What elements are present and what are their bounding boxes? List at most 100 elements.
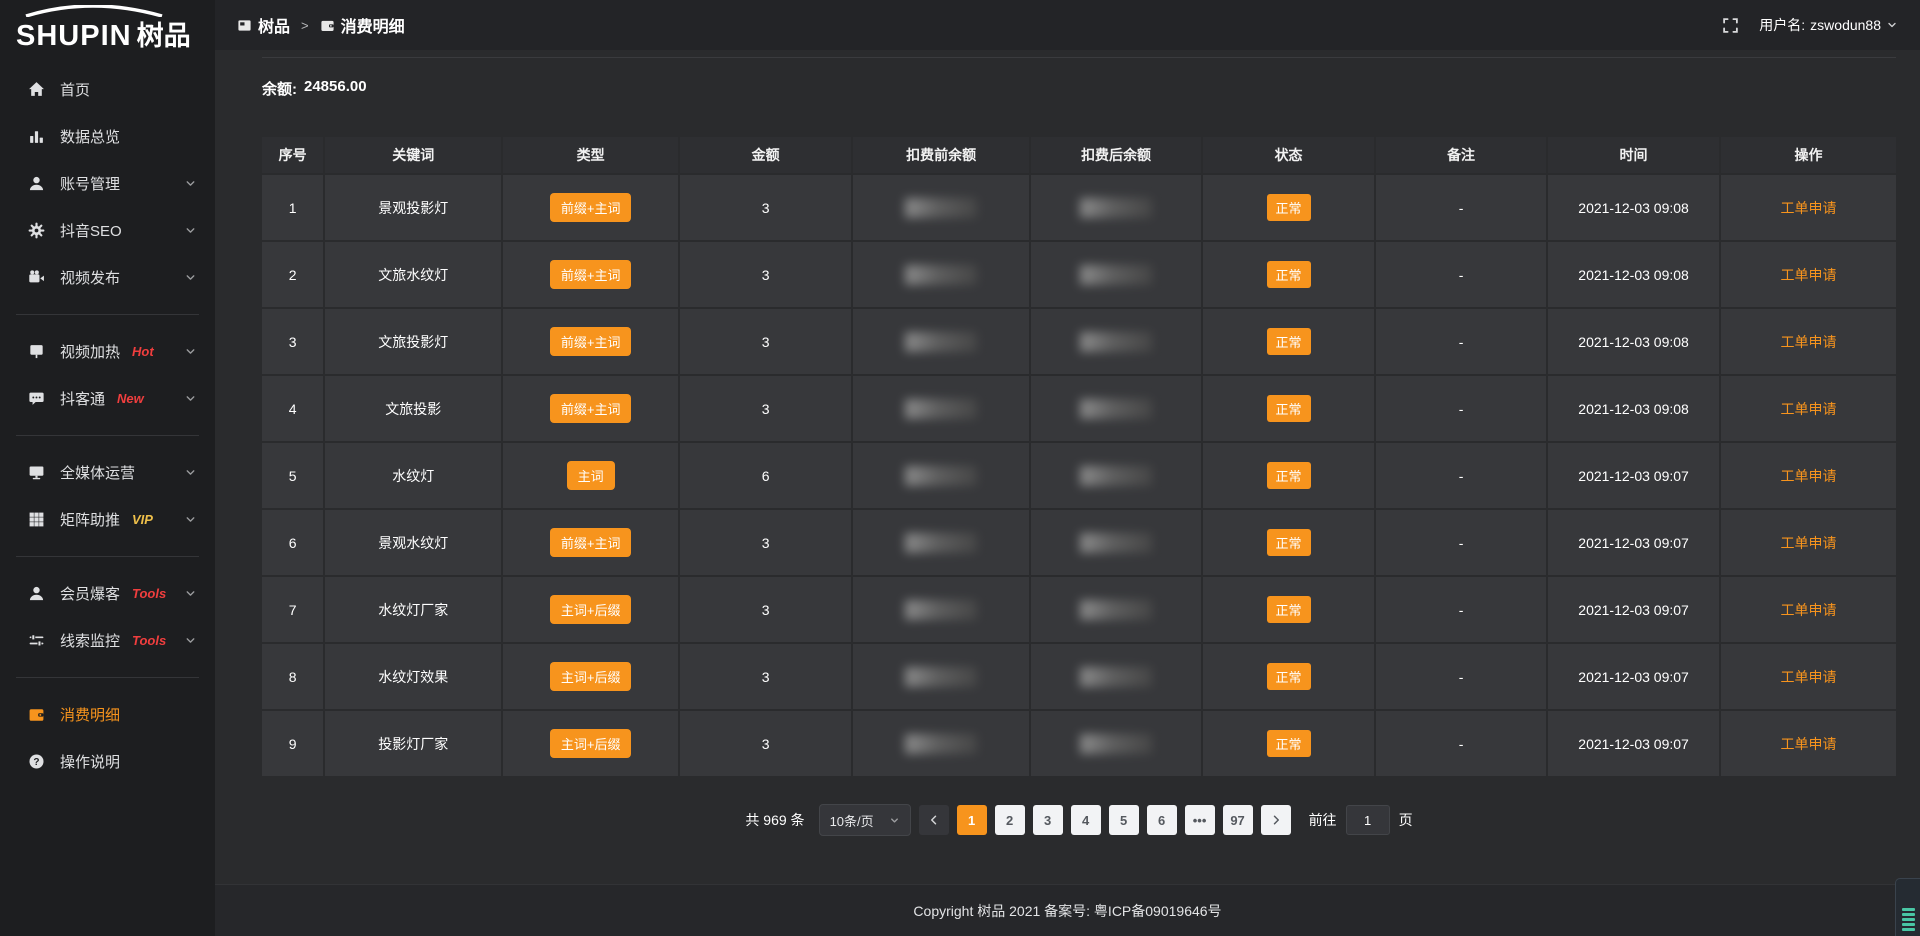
video-icon bbox=[28, 269, 45, 286]
page-button[interactable]: 1 bbox=[957, 805, 987, 835]
cell-index: 7 bbox=[262, 577, 323, 642]
sidebar-nav: 首页 数据总览 账号管理 抖音SEO 视频发布 视频加热 bbox=[0, 66, 215, 785]
sidebar-item-user2[interactable]: 会员爆客 Tools bbox=[0, 570, 215, 617]
table-body: 1 景观投影灯 前缀+主词 3 正常 - 2021-12-03 09:08 工单… bbox=[262, 175, 1896, 776]
redacted-value bbox=[1080, 332, 1152, 352]
topbar: 树品 > 消费明细 用户名: zswodun88 bbox=[215, 0, 1920, 50]
logo[interactable]: SHUPIN 树品 bbox=[0, 0, 215, 58]
page-ellipsis-button[interactable]: ••• bbox=[1185, 805, 1215, 835]
user-menu[interactable]: 用户名: zswodun88 bbox=[1759, 15, 1898, 35]
work-order-link[interactable]: 工单申请 bbox=[1781, 265, 1837, 285]
cell-action: 工单申请 bbox=[1721, 443, 1896, 508]
page-button[interactable]: 3 bbox=[1033, 805, 1063, 835]
table-row: 2 文旅水纹灯 前缀+主词 3 正常 - 2021-12-03 09:08 工单… bbox=[262, 242, 1896, 307]
wallet-icon bbox=[28, 706, 45, 723]
user2-icon bbox=[28, 585, 45, 602]
prev-page-button[interactable] bbox=[919, 805, 949, 835]
sidebar-item-question[interactable]: ? 操作说明 bbox=[0, 738, 215, 785]
screen-icon bbox=[28, 343, 45, 360]
work-order-link[interactable]: 工单申请 bbox=[1781, 667, 1837, 687]
sidebar-item-wallet[interactable]: 消费明细 bbox=[0, 691, 215, 738]
bar-chart-icon bbox=[28, 128, 45, 145]
status-badge: 正常 bbox=[1267, 529, 1311, 556]
page-button[interactable]: 97 bbox=[1223, 805, 1253, 835]
redacted-value bbox=[905, 332, 977, 352]
table-row: 1 景观投影灯 前缀+主词 3 正常 - 2021-12-03 09:08 工单… bbox=[262, 175, 1896, 240]
cell-index: 6 bbox=[262, 510, 323, 575]
page-button[interactable]: 6 bbox=[1147, 805, 1177, 835]
sidebar-divider bbox=[16, 435, 199, 436]
page-size-select[interactable]: 10条/页 bbox=[819, 804, 911, 836]
sidebar-item-grid[interactable]: 矩阵助推 VIP bbox=[0, 496, 215, 543]
col-header-remark: 备注 bbox=[1376, 137, 1546, 173]
work-order-link[interactable]: 工单申请 bbox=[1781, 533, 1837, 553]
sidebar-item-user[interactable]: 账号管理 bbox=[0, 160, 215, 207]
cell-remark: - bbox=[1376, 309, 1546, 374]
work-order-link[interactable]: 工单申请 bbox=[1781, 734, 1837, 754]
work-order-link[interactable]: 工单申请 bbox=[1781, 399, 1837, 419]
redacted-value bbox=[1080, 533, 1152, 553]
col-header-time: 时间 bbox=[1548, 137, 1719, 173]
redacted-value bbox=[905, 600, 977, 620]
cell-index: 4 bbox=[262, 376, 323, 441]
footer: Copyright 树品 2021 备案号: 粤ICP备09019646号 bbox=[215, 884, 1920, 936]
cell-index: 3 bbox=[262, 309, 323, 374]
type-badge: 主词+后缀 bbox=[550, 662, 632, 691]
sidebar-item-monitor[interactable]: 全媒体运营 bbox=[0, 449, 215, 496]
sidebar-item-home[interactable]: 首页 bbox=[0, 66, 215, 113]
floating-service-widget[interactable] bbox=[1895, 878, 1920, 936]
table-header-row: 序号 关键词 类型 金额 扣费前余额 扣费后余额 状态 备注 时间 操作 bbox=[262, 137, 1896, 173]
cell-type: 前缀+主词 bbox=[503, 376, 678, 441]
cell-keyword: 文旅投影 bbox=[325, 376, 501, 441]
header-divider bbox=[262, 57, 1896, 58]
cell-balance-after bbox=[1031, 577, 1201, 642]
sidebar-item-bar-chart[interactable]: 数据总览 bbox=[0, 113, 215, 160]
chevron-down-icon bbox=[184, 634, 197, 647]
cell-amount: 3 bbox=[680, 376, 851, 441]
redacted-value bbox=[1080, 734, 1152, 754]
cell-status: 正常 bbox=[1203, 711, 1374, 776]
table-row: 9 投影灯厂家 主词+后缀 3 正常 - 2021-12-03 09:07 工单… bbox=[262, 711, 1896, 776]
page-button[interactable]: 5 bbox=[1109, 805, 1139, 835]
logo-arc bbox=[22, 5, 172, 17]
table-row: 7 水纹灯厂家 主词+后缀 3 正常 - 2021-12-03 09:07 工单… bbox=[262, 577, 1896, 642]
sidebar-item-video[interactable]: 视频发布 bbox=[0, 254, 215, 301]
page-size-value: 10条/页 bbox=[830, 811, 874, 830]
main-column: 树品 > 消费明细 用户名: zswodun88 bbox=[215, 0, 1920, 936]
next-page-button[interactable] bbox=[1261, 805, 1291, 835]
work-order-link[interactable]: 工单申请 bbox=[1781, 198, 1837, 218]
cell-status: 正常 bbox=[1203, 644, 1374, 709]
cell-status: 正常 bbox=[1203, 175, 1374, 240]
cell-balance-before bbox=[853, 510, 1029, 575]
cell-type: 主词+后缀 bbox=[503, 644, 678, 709]
col-header-index: 序号 bbox=[262, 137, 323, 173]
page-button[interactable]: 2 bbox=[995, 805, 1025, 835]
user-icon bbox=[28, 175, 45, 192]
type-badge: 前缀+主词 bbox=[550, 327, 632, 356]
cell-balance-before bbox=[853, 644, 1029, 709]
cell-index: 8 bbox=[262, 644, 323, 709]
monitor-icon bbox=[28, 464, 45, 481]
cell-keyword: 景观投影灯 bbox=[325, 175, 501, 240]
col-header-action: 操作 bbox=[1721, 137, 1896, 173]
chevron-down-icon bbox=[184, 513, 197, 526]
sidebar-item-comment[interactable]: 抖客通 New bbox=[0, 375, 215, 422]
cell-balance-after bbox=[1031, 443, 1201, 508]
sidebar-item-tag: VIP bbox=[132, 512, 153, 527]
cell-keyword: 水纹灯 bbox=[325, 443, 501, 508]
work-order-link[interactable]: 工单申请 bbox=[1781, 600, 1837, 620]
sidebar-item-sliders[interactable]: 线索监控 Tools bbox=[0, 617, 215, 664]
page-button[interactable]: 4 bbox=[1071, 805, 1101, 835]
breadcrumb-item-home[interactable]: 树品 bbox=[237, 13, 290, 37]
type-badge: 前缀+主词 bbox=[550, 260, 632, 289]
sidebar-item-screen[interactable]: 视频加热 Hot bbox=[0, 328, 215, 375]
page-jump-input[interactable] bbox=[1346, 805, 1390, 835]
cell-time: 2021-12-03 09:08 bbox=[1548, 309, 1719, 374]
fullscreen-icon[interactable] bbox=[1722, 17, 1739, 34]
sidebar-item-gear[interactable]: 抖音SEO bbox=[0, 207, 215, 254]
cell-status: 正常 bbox=[1203, 242, 1374, 307]
cell-index: 9 bbox=[262, 711, 323, 776]
cell-action: 工单申请 bbox=[1721, 309, 1896, 374]
work-order-link[interactable]: 工单申请 bbox=[1781, 466, 1837, 486]
work-order-link[interactable]: 工单申请 bbox=[1781, 332, 1837, 352]
